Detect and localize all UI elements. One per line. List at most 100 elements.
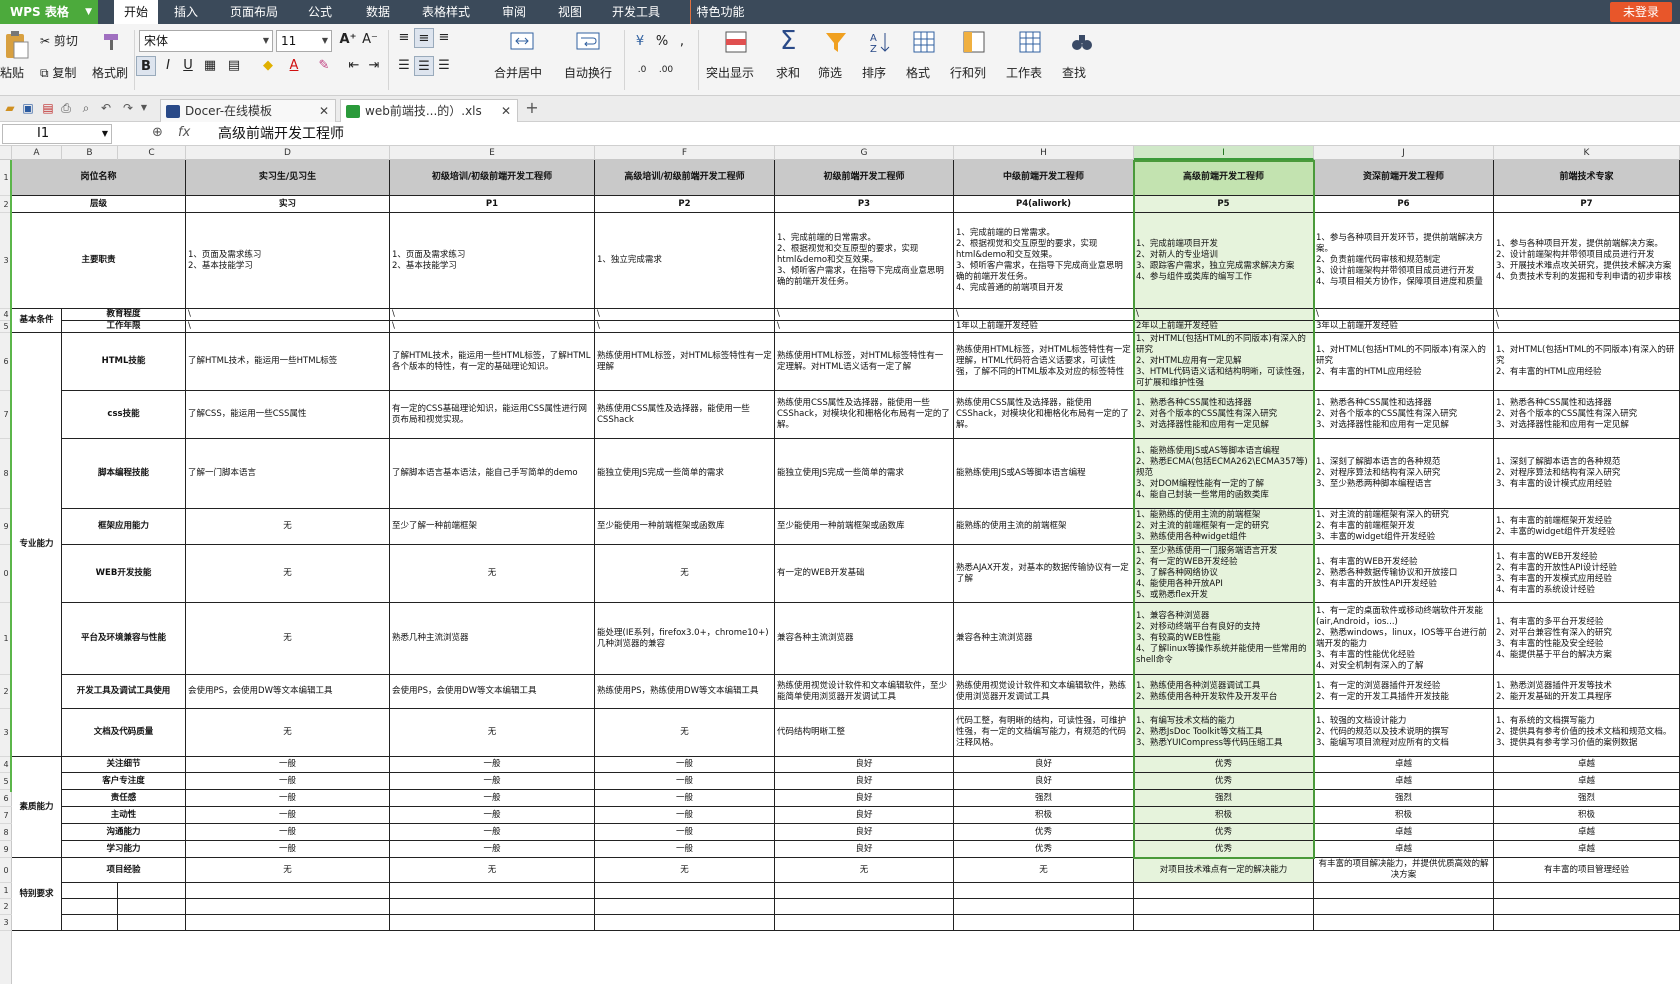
skill-cell[interactable]: 1、熟练使用各种浏览器调试工具 2、熟练使用各种开发软件及开发平台 [1134,675,1314,709]
header-title[interactable]: 前端技术专家 [1494,160,1680,196]
sum-button[interactable]: 求和 [776,64,800,81]
skill-cell[interactable]: 1、有编写技术文档的能力 2、熟悉JsDoc Toolkit等文档工具 3、熟悉… [1134,709,1314,757]
quality-cell[interactable]: 一般 [186,757,390,773]
level-cell[interactable]: P6 [1314,196,1494,213]
quality-name[interactable]: 客户专注度 [62,773,186,790]
login-button[interactable]: 未登录 [1610,2,1672,22]
empty-cell[interactable] [1314,883,1494,899]
header-title[interactable]: 实习生/见习生 [186,160,390,196]
quality-cell[interactable]: 卓越 [1494,757,1680,773]
italic-button[interactable]: I [158,56,178,76]
close-icon[interactable]: ✕ [501,100,511,122]
function-icon[interactable]: fx [178,125,190,140]
level-cell[interactable]: P7 [1494,196,1680,213]
skill-cell[interactable]: 了解CSS，能运用一些CSS属性 [186,391,390,439]
print-icon[interactable]: ⎙ [58,100,74,116]
sort-icon[interactable]: AZ [868,30,892,54]
skill-cell[interactable]: 1、对HTML(包括HTML的不同版本)有深入的研究 2、对HTML应用有一定见… [1134,333,1314,391]
currency-icon[interactable]: ¥ [630,32,650,52]
binoculars-icon[interactable] [1070,30,1094,54]
export-pdf-icon[interactable]: ▤ [40,100,56,116]
quality-cell[interactable]: 强烈 [1494,790,1680,807]
skill-cell[interactable]: 1、较强的文档设计能力 2、代码的规范以及技术说明的撰写 3、能编写项目流程对应… [1314,709,1494,757]
empty-cell[interactable] [186,899,390,915]
empty-cell[interactable] [1134,883,1314,899]
skill-cell[interactable]: 至少能使用一种前端框架或函数库 [775,509,954,545]
skill-cell[interactable]: 能独立使用JS完成一些简单的需求 [595,439,775,509]
zoom-icon[interactable]: ⊕ [152,125,163,140]
skill-cell[interactable]: 1、能熟练使用JS或AS等脚本语言编程 2、熟悉ECMA(包括ECMA262\E… [1134,439,1314,509]
column-header[interactable]: C [118,146,186,160]
level-cell[interactable]: P2 [595,196,775,213]
empty-cell[interactable] [954,899,1134,915]
menu-data[interactable]: 数据 [356,0,400,24]
skill-cell[interactable]: 能熟练的使用主流的前端框架 [954,509,1134,545]
quality-cell[interactable]: 一般 [390,841,595,858]
cell-style-icon[interactable]: ▤ [224,56,244,76]
header-position-name[interactable]: 岗位名称 [12,160,186,196]
bold-button[interactable]: B [136,56,156,76]
column-header[interactable]: I [1134,146,1314,160]
quality-cell[interactable]: 良好 [775,790,954,807]
quality-cell[interactable]: 一般 [390,807,595,824]
empty-cell[interactable] [118,899,186,915]
level-cell[interactable]: 实习 [186,196,390,213]
column-header[interactable]: D [186,146,390,160]
empty-cell[interactable] [118,915,186,931]
print-preview-icon[interactable]: ⌕ [78,100,94,116]
indent-decrease-icon[interactable]: ⇤ [344,56,364,76]
skill-cell[interactable]: 熟练使用CSS属性及选择器，能使用CSShack，对模块化和栅格化布局有一定的了… [954,391,1134,439]
years-label[interactable]: 工作年限 [62,321,186,333]
wrap-text-button[interactable]: 自动换行 [564,64,612,81]
merge-center-button[interactable]: 合并居中 [494,64,542,81]
empty-cell[interactable] [1494,899,1680,915]
professional-ability-label[interactable]: 专业能力 [12,333,62,757]
paste-icon[interactable] [4,30,30,60]
decimal-increase-icon[interactable]: .0 [632,60,652,80]
skill-name[interactable]: WEB开发技能 [62,545,186,603]
font-size-select[interactable]: 11 ▼ [276,30,332,52]
skill-cell[interactable]: 1、对HTML(包括HTML的不同版本)有深入的研究 2、有丰富的HTML应用经… [1494,333,1680,391]
empty-cell[interactable] [186,883,390,899]
skill-name[interactable]: css技能 [62,391,186,439]
paste-button[interactable]: 粘贴 [0,64,24,81]
education-label[interactable]: 教育程度 [62,309,186,321]
column-header[interactable]: A [12,146,62,160]
skill-cell[interactable]: 至少能使用一种前端框架或函数库 [595,509,775,545]
row-header[interactable]: 3 [0,915,12,931]
quality-cell[interactable]: 一般 [595,824,775,841]
skill-cell[interactable]: 无 [186,509,390,545]
quality-cell[interactable]: 卓越 [1314,824,1494,841]
empty-cell[interactable] [775,899,954,915]
project-cell[interactable]: 有丰富的项目解决能力，并提供优质高效的解决方案 [1314,858,1494,883]
menu-table-style[interactable]: 表格样式 [416,0,476,24]
empty-cell[interactable] [62,915,118,931]
quality-cell[interactable]: 一般 [595,790,775,807]
sum-icon[interactable]: Σ [780,26,796,56]
skill-cell[interactable]: 1、熟悉各种CSS属性和选择器 2、对各个版本的CSS属性有深入研究 3、对选择… [1134,391,1314,439]
border-icon[interactable]: ▦ [200,56,220,76]
align-center-icon[interactable]: ☰ [414,56,434,76]
duty-cell[interactable]: 1、页面及需求练习 2、基本技能学习 [390,213,595,309]
empty-cell[interactable] [954,915,1134,931]
header-title[interactable]: 中级前端开发工程师 [954,160,1134,196]
duty-cell[interactable]: 1、页面及需求练习 2、基本技能学习 [186,213,390,309]
special-requirements-label[interactable]: 特别要求 [12,858,62,931]
quality-cell[interactable]: 良好 [775,824,954,841]
skill-cell[interactable]: 1、对HTML(包括HTML的不同版本)有深入的研究 2、有丰富的HTML应用经… [1314,333,1494,391]
project-cell[interactable]: 无 [954,858,1134,883]
app-menu-button[interactable]: WPS 表格 ▼ [0,0,98,24]
close-icon[interactable]: ✕ [319,100,329,122]
align-middle-icon[interactable]: ≡ [414,28,434,48]
quality-cell[interactable]: 良好 [954,773,1134,790]
duty-cell[interactable]: 1、独立完成需求 [595,213,775,309]
highlight-icon[interactable] [724,30,748,54]
skill-cell[interactable]: 会使用PS，会使用DW等文本编辑工具 [186,675,390,709]
quality-cell[interactable]: 一般 [595,841,775,858]
skill-cell[interactable]: 1、能熟练的使用主流的前端框架 2、对主流的前端框架有一定的研究 3、熟练使用各… [1134,509,1314,545]
formula-input[interactable]: 高级前端开发工程师 [218,124,344,144]
skill-cell[interactable]: 能处理(IE系列，firefox3.0+，chrome10+)几种浏览器的兼容 [595,603,775,675]
skill-name[interactable]: 框架应用能力 [62,509,186,545]
years-cell[interactable]: \ [1494,321,1680,333]
decimal-decrease-icon[interactable]: .00 [656,60,676,80]
